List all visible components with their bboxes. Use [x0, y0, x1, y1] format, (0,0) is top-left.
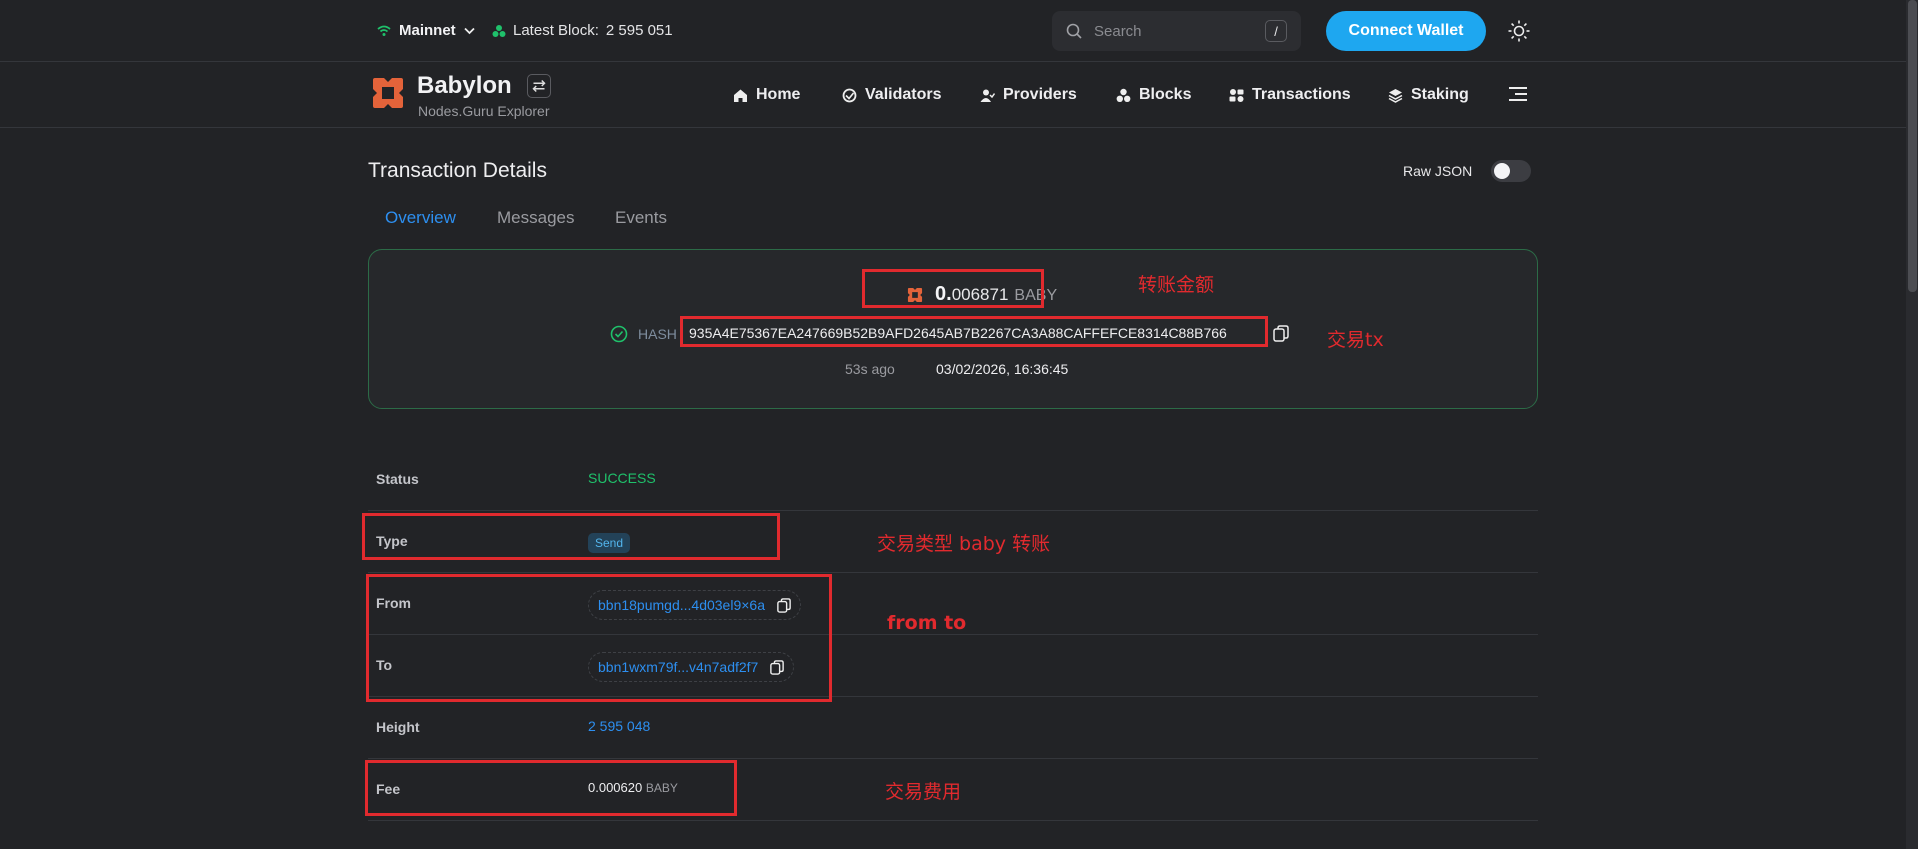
swap-icon[interactable]: [527, 74, 551, 98]
nav-validators[interactable]: Validators: [842, 86, 941, 104]
nav-providers-label: Providers: [1003, 86, 1077, 103]
tx-annotation: 交易tx: [1327, 329, 1384, 351]
chevron-down-icon: [464, 27, 475, 34]
block-icon: [492, 24, 506, 37]
copy-icon[interactable]: [1273, 325, 1289, 342]
connect-wallet-button[interactable]: Connect Wallet: [1326, 11, 1486, 51]
search-icon: [1066, 23, 1082, 39]
nav-blocks-label: Blocks: [1139, 86, 1192, 103]
network-selector[interactable]: Mainnet: [377, 22, 475, 39]
tx-age: 53s ago: [845, 361, 895, 377]
search-box[interactable]: Search /: [1052, 11, 1301, 51]
top-bar: Mainnet Latest Block: 2 595 051 Search /…: [0, 0, 1918, 62]
validators-icon: [842, 88, 857, 102]
blocks-icon: [1116, 88, 1131, 102]
nav-home-label: Home: [756, 86, 801, 103]
search-input[interactable]: Search: [1094, 23, 1142, 40]
transactions-icon: [1229, 88, 1244, 102]
home-icon: [734, 89, 747, 102]
network-label: Mainnet: [399, 22, 456, 39]
fee-annotation: 交易费用: [885, 781, 962, 803]
status-row: Status SUCCESS: [368, 449, 1538, 511]
raw-json-label: Raw JSON: [1403, 163, 1473, 179]
toggle-knob: [1494, 163, 1510, 179]
amount-annotation: 转账金额: [1138, 274, 1215, 296]
latest-block-label: Latest Block:: [513, 22, 599, 39]
fromto-annotation: from to: [887, 612, 967, 634]
brand-name[interactable]: Babylon: [417, 72, 512, 100]
nav-home[interactable]: Home: [733, 86, 800, 104]
nav-blocks[interactable]: Blocks: [1116, 86, 1191, 104]
status-label: Status: [376, 471, 419, 487]
menu-icon[interactable]: [1508, 86, 1528, 102]
tab-messages[interactable]: Messages: [497, 208, 574, 228]
height-link[interactable]: 2 595 048: [588, 718, 650, 734]
nav-validators-label: Validators: [865, 86, 942, 103]
sun-icon[interactable]: [1507, 19, 1531, 43]
search-shortcut-badge: /: [1265, 20, 1287, 42]
hash-label: HASH: [638, 326, 677, 342]
babylon-logo[interactable]: [371, 76, 405, 110]
amount-highlight-box: [862, 269, 1044, 308]
wifi-icon: [377, 25, 391, 36]
raw-json-toggle[interactable]: [1491, 160, 1531, 182]
height-row: Height 2 595 048: [368, 697, 1538, 759]
latest-block-value[interactable]: 2 595 051: [606, 22, 673, 39]
staking-icon: [1388, 88, 1403, 103]
nav-staking[interactable]: Staking: [1388, 86, 1469, 104]
nav-providers[interactable]: Providers: [980, 86, 1077, 104]
check-circle-icon: [610, 325, 628, 343]
page-title: Transaction Details: [368, 159, 547, 182]
height-label: Height: [376, 719, 420, 735]
fromto-highlight-box: [366, 574, 832, 702]
status-value: SUCCESS: [588, 470, 656, 486]
providers-icon: [980, 89, 995, 102]
tx-datetime: 03/02/2026, 16:36:45: [936, 361, 1069, 377]
nav-transactions[interactable]: Transactions: [1229, 86, 1351, 104]
scrollbar-thumb[interactable]: [1908, 0, 1917, 292]
tab-events[interactable]: Events: [615, 208, 667, 228]
nav-transactions-label: Transactions: [1252, 86, 1351, 103]
type-highlight-box: [362, 513, 780, 560]
main-nav: Babylon Nodes.Guru Explorer Home Validat…: [0, 62, 1918, 128]
nav-staking-label: Staking: [1411, 86, 1469, 103]
brand-subtitle: Nodes.Guru Explorer: [418, 103, 550, 119]
latest-block: Latest Block: 2 595 051: [492, 22, 673, 39]
tab-overview[interactable]: Overview: [385, 208, 456, 228]
hash-highlight-box: [680, 316, 1268, 347]
fee-highlight-box: [365, 760, 737, 816]
type-annotation: 交易类型 baby 转账: [877, 533, 1051, 555]
